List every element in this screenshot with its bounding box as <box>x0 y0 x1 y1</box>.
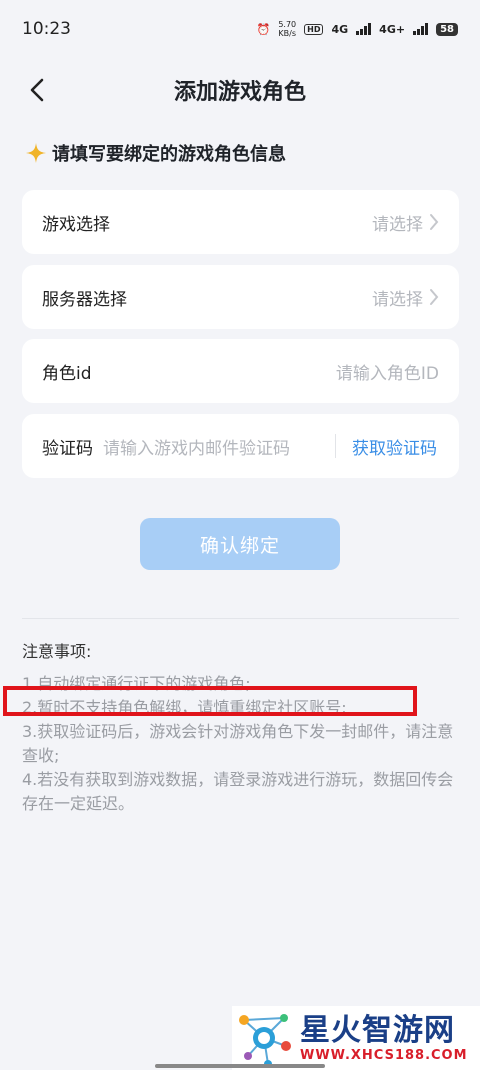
server-select-value: 请选择 <box>372 285 439 310</box>
verification-code-label: 验证码 <box>42 438 93 459</box>
role-id-label: 角色id <box>42 363 92 384</box>
chevron-right-icon <box>430 289 439 305</box>
divider <box>22 618 459 619</box>
section-hint: 请填写要绑定的游戏角色信息 <box>26 140 286 166</box>
network-logo-icon <box>239 1014 291 1068</box>
note-item: 3.获取验证码后，游戏会针对游戏角色下发一封邮件，请注意查收; <box>22 722 454 765</box>
signal-bars-icon <box>356 23 372 35</box>
section-hint-text: 请填写要绑定的游戏角色信息 <box>52 144 286 165</box>
status-icons: ⏰ 5.70 KB/s HD 4G 4G+ 58 <box>257 20 458 38</box>
signal-bars-icon <box>413 23 429 35</box>
note-item: 4.若没有获取到游戏数据，请登录游戏进行游玩，数据回传会存在一定延迟。 <box>22 770 454 813</box>
notes-title: 注意事项: <box>22 642 92 661</box>
status-bar: 10:23 ⏰ 5.70 KB/s HD 4G 4G+ 58 <box>0 0 480 58</box>
header: 添加游戏角色 <box>0 62 480 118</box>
role-id-row: 角色id 请输入角色ID <box>22 339 459 403</box>
hd-badge: HD <box>304 23 324 35</box>
watermark: 星火智游网 WWW.XHCS188.COM <box>232 1006 480 1070</box>
signal-4g-plus-label: 4G+ <box>379 22 406 36</box>
watermark-url: WWW.XHCS188.COM <box>300 1047 468 1063</box>
verification-code-row: 验证码 请输入游戏内邮件验证码 获取验证码 <box>22 414 459 478</box>
server-select-label: 服务器选择 <box>42 289 127 310</box>
verification-code-input[interactable]: 请输入游戏内邮件验证码 <box>103 434 335 459</box>
chevron-right-icon <box>430 214 439 230</box>
page-title: 添加游戏角色 <box>173 80 306 105</box>
confirm-bind-button[interactable]: 确认绑定 <box>140 518 340 570</box>
watermark-name: 星火智游网 <box>300 1012 455 1048</box>
battery-icon: 58 <box>436 22 458 36</box>
home-indicator[interactable] <box>155 1064 325 1068</box>
game-select-row[interactable]: 游戏选择 请选择 <box>22 190 459 254</box>
status-time: 10:23 <box>22 19 71 39</box>
divider <box>335 434 336 458</box>
sparkle-icon <box>26 143 46 163</box>
highlight-box <box>3 686 417 716</box>
role-id-input[interactable]: 请输入角色ID <box>336 359 439 384</box>
server-select-row[interactable]: 服务器选择 请选择 <box>22 265 459 329</box>
watermark-text: 星火智游网 WWW.XHCS188.COM <box>300 1012 468 1063</box>
game-select-value: 请选择 <box>372 210 439 235</box>
network-speed: 5.70 KB/s <box>278 20 297 38</box>
signal-4g-label: 4G <box>331 22 349 36</box>
get-code-button[interactable]: 获取验证码 <box>352 434 437 459</box>
game-select-label: 游戏选择 <box>42 214 110 235</box>
alarm-icon: ⏰ <box>256 22 271 36</box>
